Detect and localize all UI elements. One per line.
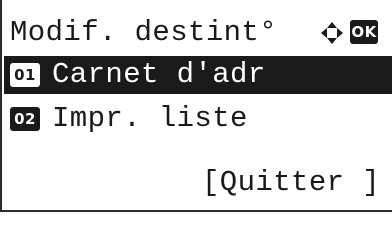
item-number-badge: 02 [10, 107, 40, 131]
lcd-screen: Modif. destint° OK 01 Carnet d'adr 02 Im… [0, 0, 392, 212]
menu-item-address-book[interactable]: 01 Carnet d'adr [4, 56, 392, 94]
menu-item-label: Impr. liste [52, 102, 248, 135]
item-number-badge: 01 [10, 63, 40, 87]
quit-softkey[interactable]: [Quitter ] [202, 164, 380, 202]
ok-key-icon: OK [350, 20, 378, 44]
menu-item-label: Carnet d'adr [52, 58, 266, 91]
menu-item-print-list[interactable]: 02 Impr. liste [4, 100, 392, 138]
four-way-arrow-icon [321, 22, 343, 44]
title-bar: Modif. destint° OK [10, 14, 388, 52]
screen-title: Modif. destint° [10, 16, 278, 49]
ok-key-label: OK [351, 23, 377, 41]
